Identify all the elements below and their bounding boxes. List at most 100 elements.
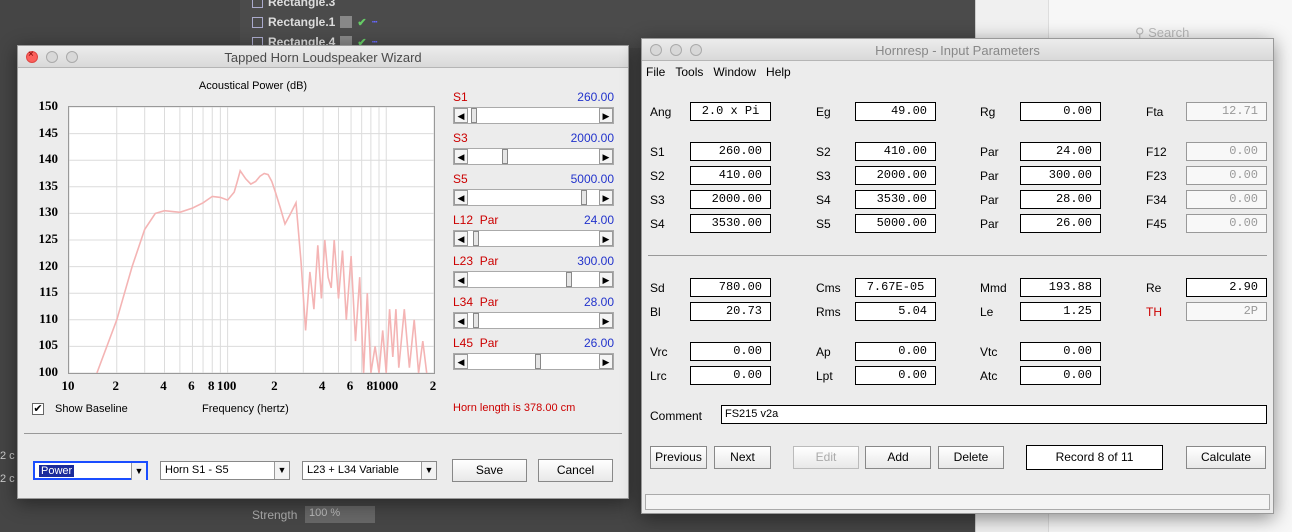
menu-tools[interactable]: Tools: [675, 65, 703, 79]
arrow-right-icon[interactable]: ▶: [599, 190, 613, 205]
slider-l45[interactable]: ◀ ▶: [453, 353, 614, 370]
slider-thumb[interactable]: [565, 272, 572, 287]
param-field[interactable]: 26.00: [1020, 214, 1101, 233]
ang-label: Ang: [650, 105, 672, 119]
show-baseline-label: Show Baseline: [55, 403, 128, 415]
param-field[interactable]: 5000.00: [855, 214, 936, 233]
rg-field[interactable]: 0.00: [1020, 102, 1101, 121]
arrow-right-icon[interactable]: ▶: [599, 231, 613, 246]
slider-s5[interactable]: ◀ ▶: [453, 189, 614, 206]
sd-field[interactable]: 780.00: [690, 278, 771, 297]
edit-button[interactable]: Edit: [793, 446, 859, 469]
arrow-left-icon[interactable]: ◀: [454, 149, 468, 164]
slider-l12[interactable]: ◀ ▶: [453, 230, 614, 247]
param-field[interactable]: 2000.00: [855, 166, 936, 185]
rg-label: Rg: [980, 105, 996, 119]
horn-select[interactable]: Horn S1 - S5 ▼: [160, 461, 290, 480]
arrow-right-icon[interactable]: ▶: [599, 272, 613, 287]
arrow-left-icon[interactable]: ◀: [454, 313, 468, 328]
vtc-field[interactable]: 0.00: [1020, 342, 1101, 361]
slider-thumb[interactable]: [581, 190, 588, 205]
le-label: Le: [980, 305, 994, 319]
save-button[interactable]: Save: [452, 459, 527, 482]
arrow-left-icon[interactable]: ◀: [454, 354, 468, 369]
arrow-right-icon[interactable]: ▶: [599, 313, 613, 328]
slider-thumb[interactable]: [473, 231, 480, 246]
menu-window[interactable]: Window: [713, 65, 756, 79]
arrow-left-icon[interactable]: ◀: [454, 231, 468, 246]
next-button[interactable]: Next: [714, 446, 771, 469]
variable-select[interactable]: L23 + L34 Variable ▼: [302, 461, 437, 480]
vrc-field[interactable]: 0.00: [690, 342, 771, 361]
re-label: Re: [1146, 281, 1162, 295]
show-baseline-checkbox[interactable]: ✔: [32, 403, 44, 415]
comment-field[interactable]: FS215 v2a: [721, 405, 1267, 424]
param-field[interactable]: 3530.00: [690, 214, 771, 233]
slider-thumb[interactable]: [470, 108, 477, 123]
eg-field[interactable]: 49.00: [855, 102, 936, 121]
ang-field[interactable]: 2.0 x Pi: [690, 102, 771, 121]
arrow-right-icon[interactable]: ▶: [599, 108, 613, 123]
atc-field[interactable]: 0.00: [1020, 366, 1101, 385]
param-field[interactable]: 28.00: [1020, 190, 1101, 209]
slider-l34[interactable]: ◀ ▶: [453, 312, 614, 329]
calculate-button[interactable]: Calculate: [1186, 446, 1266, 469]
cms-field[interactable]: 7.67E-05: [855, 278, 936, 297]
arrow-left-icon[interactable]: ◀: [454, 190, 468, 205]
arrow-right-icon[interactable]: ▶: [599, 354, 613, 369]
arrow-right-icon[interactable]: ▶: [599, 149, 613, 164]
lrc-label: Lrc: [650, 369, 667, 383]
comment-label: Comment: [650, 409, 703, 423]
slider-value: 28.00: [583, 295, 614, 309]
delete-button[interactable]: Delete: [938, 446, 1004, 469]
layer-row[interactable]: Rectangle.3: [252, 0, 377, 12]
param-field[interactable]: 410.00: [855, 142, 936, 161]
param-field: 0.00: [1186, 214, 1267, 233]
param-label: S2: [816, 145, 831, 159]
param-field[interactable]: 300.00: [1020, 166, 1101, 185]
param-field[interactable]: 24.00: [1020, 142, 1101, 161]
slider-l23[interactable]: ◀ ▶: [453, 271, 614, 288]
vrc-label: Vrc: [650, 345, 668, 359]
le-field[interactable]: 1.25: [1020, 302, 1101, 321]
left-labels: 2 c 2 c: [0, 448, 15, 488]
arrow-left-icon[interactable]: ◀: [454, 108, 468, 123]
record-indicator: Record 8 of 11: [1026, 445, 1163, 470]
menu-help[interactable]: Help: [766, 65, 791, 79]
param-field[interactable]: 3530.00: [855, 190, 936, 209]
layer-row[interactable]: Rectangle.1 ✔ ∙∙∙: [252, 12, 378, 32]
slider-label: S5: [453, 172, 468, 186]
slider-s3[interactable]: ◀ ▶: [453, 148, 614, 165]
ap-label: Ap: [816, 345, 831, 359]
layer-checkbox[interactable]: [252, 0, 263, 8]
add-button[interactable]: Add: [865, 446, 931, 469]
ap-field[interactable]: 0.00: [855, 342, 936, 361]
bl-field[interactable]: 20.73: [690, 302, 771, 321]
mmd-field[interactable]: 193.88: [1020, 278, 1101, 297]
previous-button[interactable]: Previous: [650, 446, 707, 469]
lpt-field[interactable]: 0.00: [855, 366, 936, 385]
cancel-button[interactable]: Cancel: [538, 459, 613, 482]
param-field[interactable]: 2000.00: [690, 190, 771, 209]
param-field[interactable]: 410.00: [690, 166, 771, 185]
strength-field[interactable]: 100 %: [305, 506, 375, 523]
plot-type-select[interactable]: Power ▼: [33, 461, 148, 480]
layer-checkbox[interactable]: [252, 16, 263, 28]
slider-thumb[interactable]: [535, 354, 542, 369]
slider-s1[interactable]: ◀ ▶: [453, 107, 614, 124]
check-icon: ✔: [33, 403, 43, 415]
param-label: Par: [980, 217, 999, 231]
menu-file[interactable]: File: [646, 65, 665, 79]
param-field[interactable]: 260.00: [690, 142, 771, 161]
slider-thumb[interactable]: [473, 313, 480, 328]
re-field[interactable]: 2.90: [1186, 278, 1267, 297]
lrc-field[interactable]: 0.00: [690, 366, 771, 385]
divider: [24, 433, 622, 434]
arrow-left-icon[interactable]: ◀: [454, 272, 468, 287]
param-label: Par: [980, 145, 999, 159]
param-label: F12: [1146, 145, 1167, 159]
param-field: 0.00: [1186, 166, 1267, 185]
rms-field[interactable]: 5.04: [855, 302, 936, 321]
slider-thumb[interactable]: [502, 149, 509, 164]
menu-bar: File Tools Window Help: [642, 61, 1273, 81]
